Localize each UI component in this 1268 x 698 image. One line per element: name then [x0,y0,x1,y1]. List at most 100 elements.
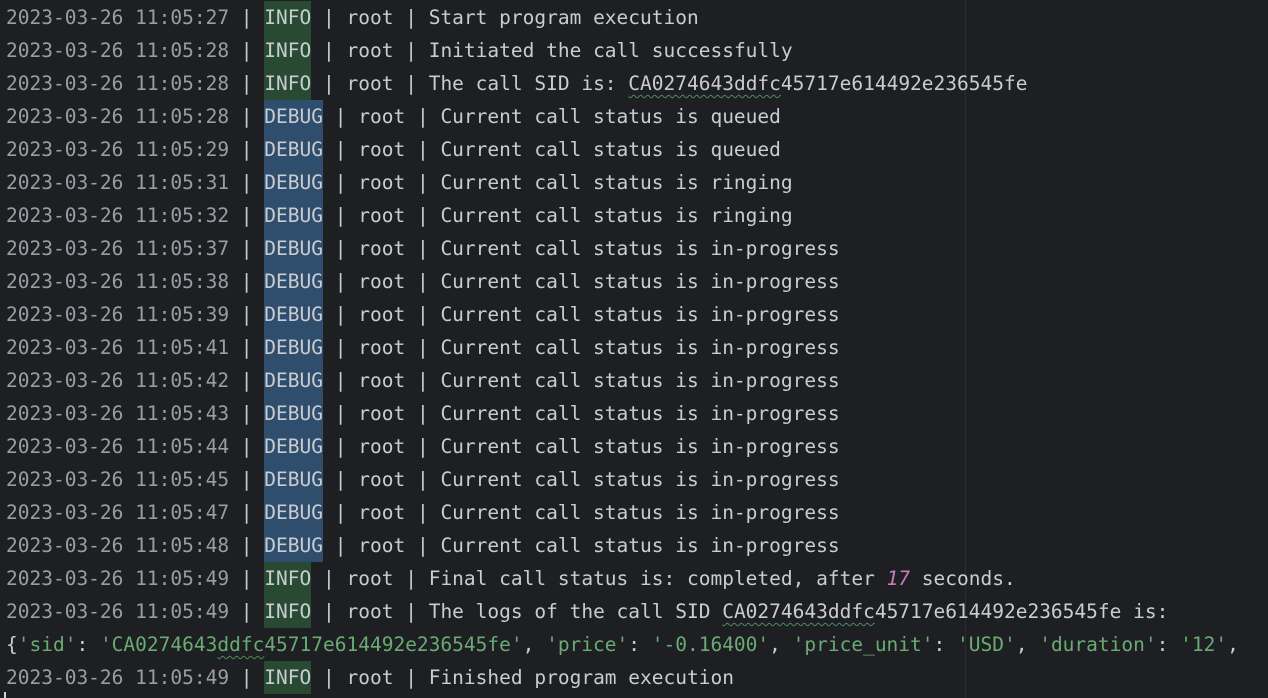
log-separator: | [229,138,265,161]
log-separator: | [323,369,359,392]
log-separator: | [393,567,429,590]
log-separator: | [323,303,359,326]
log-level-badge: DEBUG [264,166,323,199]
log-separator: | [229,105,265,128]
log-separator: | [229,501,265,524]
log-logger-name: root [346,39,394,62]
log-message: Current call status is in-progress [440,468,840,491]
log-logger-name: root [346,72,394,95]
log-separator: | [393,39,429,62]
log-message: Current call status is ringing [440,171,793,194]
log-separator: | [229,600,265,623]
log-separator: | [229,666,265,689]
log-separator: | [405,138,441,161]
log-separator: | [393,72,429,95]
log-message: Current call status is in-progress [440,336,840,359]
log-logger-name: root [346,666,394,689]
log-logger-name: root [358,534,406,557]
log-separator: | [323,534,359,557]
log-separator: | [405,237,441,260]
log-message: Current call status is in-progress [440,501,840,524]
log-level-badge: DEBUG [264,232,323,265]
log-timestamp: 2023-03-26 11:05:49 [6,567,230,590]
log-message: The call SID is: [428,72,629,95]
log-level-badge: INFO [264,34,312,67]
log-message: Current call status is queued [440,138,781,161]
string-token: 'price' [546,633,629,656]
log-line: 2023-03-26 11:05:32 | DEBUG | root | Cur… [6,199,793,232]
log-separator: | [229,270,265,293]
log-timestamp: 2023-03-26 11:05:29 [6,138,230,161]
log-message: Current call status is in-progress [440,402,840,425]
log-separator: | [323,204,359,227]
log-message: Current call status is in-progress [440,303,840,326]
log-separator: | [323,501,359,524]
log-separator: | [405,303,441,326]
string-token: ddfc [217,633,265,656]
log-separator: | [323,402,359,425]
log-message: seconds. [910,567,1016,590]
log-level-badge: DEBUG [264,463,323,496]
log-separator: | [405,204,441,227]
string-token: '-0.16400' [651,633,770,656]
log-logger-name: root [358,105,406,128]
log-logger-name: root [346,6,394,29]
log-line: 2023-03-26 11:05:44 | DEBUG | root | Cur… [6,430,840,463]
log-line: 2023-03-26 11:05:28 | INFO | root | Init… [6,34,793,67]
log-separator: | [229,204,265,227]
log-timestamp: 2023-03-26 11:05:42 [6,369,230,392]
log-timestamp: 2023-03-26 11:05:28 [6,39,230,62]
string-token: 'price_unit' [792,633,934,656]
log-line: 2023-03-26 11:05:49 | INFO | root | Fini… [6,661,734,694]
log-message-number: 17 [886,567,911,590]
log-separator: | [323,468,359,491]
log-timestamp: 2023-03-26 11:05:38 [6,270,230,293]
punctuation-token: , [769,633,793,656]
log-separator: | [405,369,441,392]
log-separator: | [229,171,265,194]
log-separator: | [405,336,441,359]
log-timestamp: 2023-03-26 11:05:43 [6,402,230,425]
log-timestamp: 2023-03-26 11:05:45 [6,468,230,491]
log-message: Final call status is: completed, after [428,567,887,590]
console-output[interactable]: 2023-03-26 11:05:27 | INFO | root | Star… [0,0,1268,698]
log-separator: | [405,468,441,491]
log-level-badge: DEBUG [264,199,323,232]
log-logger-name: root [358,303,406,326]
log-separator: | [229,402,265,425]
log-line: 2023-03-26 11:05:49 | INFO | root | Fina… [6,562,1016,595]
log-line: 2023-03-26 11:05:39 | DEBUG | root | Cur… [6,298,840,331]
log-line: 2023-03-26 11:05:38 | DEBUG | root | Cur… [6,265,840,298]
string-token: 'USD' [957,633,1016,656]
log-separator: | [229,336,265,359]
log-logger-name: root [358,435,406,458]
log-level-badge: DEBUG [264,430,323,463]
text-caret [4,692,6,698]
log-separator: | [323,138,359,161]
log-logger-name: root [358,369,406,392]
log-level-badge: INFO [264,661,312,694]
log-timestamp: 2023-03-26 11:05:48 [6,534,230,557]
log-separator: | [323,336,359,359]
log-level-badge: DEBUG [264,529,323,562]
log-message: Current call status is in-progress [440,534,840,557]
log-separator: | [393,6,429,29]
log-line: 2023-03-26 11:05:28 | DEBUG | root | Cur… [6,100,781,133]
log-separator: | [323,270,359,293]
punctuation-token: , [522,633,547,656]
log-separator: | [405,435,441,458]
punctuation-token: , [1015,633,1040,656]
log-line: 2023-03-26 11:05:48 | DEBUG | root | Cur… [6,529,840,562]
log-separator: | [311,39,347,62]
log-timestamp: 2023-03-26 11:05:27 [6,6,230,29]
log-timestamp: 2023-03-26 11:05:37 [6,237,230,260]
log-level-badge: INFO [264,67,312,100]
string-token: 'CA0274643 [99,633,218,656]
log-message: Start program execution [428,6,699,29]
log-level-badge: INFO [264,1,312,34]
log-message: Current call status is queued [440,105,781,128]
log-message: Current call status is in-progress [440,270,840,293]
call-record-line: {'sid': 'CA0274643ddfc45717e614492e23654… [6,628,1239,661]
log-separator: | [229,303,265,326]
log-level-badge: INFO [264,562,312,595]
